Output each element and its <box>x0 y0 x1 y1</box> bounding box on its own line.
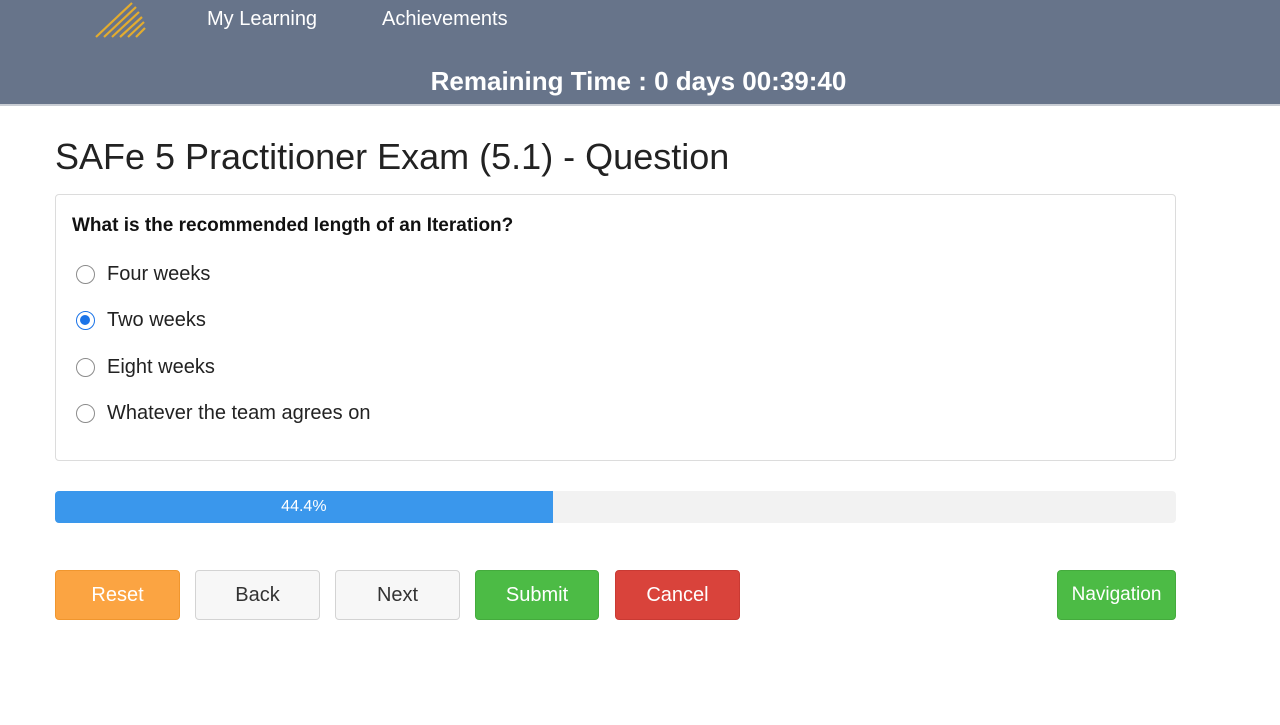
question-card: What is the recommended length of an Ite… <box>55 194 1176 461</box>
option-label: Whatever the team agrees on <box>107 401 371 424</box>
option-label: Eight weeks <box>107 355 215 378</box>
option-eight-weeks[interactable]: Eight weeks <box>76 354 215 380</box>
option-team-agrees[interactable]: Whatever the team agrees on <box>76 400 370 426</box>
navigation-button[interactable]: Navigation <box>1057 570 1176 620</box>
remaining-time: Remaining Time : 0 days 00:39:40 <box>0 66 1280 97</box>
radio-eight-weeks[interactable] <box>76 357 95 377</box>
question-text: What is the recommended length of an Ite… <box>72 215 514 236</box>
progress-fill: 44.4% <box>55 491 553 523</box>
radio-two-weeks[interactable] <box>76 310 95 330</box>
cancel-button[interactable]: Cancel <box>615 570 740 620</box>
back-button[interactable]: Back <box>195 570 320 620</box>
option-label: Four weeks <box>107 262 211 285</box>
top-header-bar: My Learning Achievements Remaining Time … <box>0 0 1280 106</box>
next-button[interactable]: Next <box>335 570 460 620</box>
option-two-weeks[interactable]: Two weeks <box>76 307 206 333</box>
radio-team-agrees[interactable] <box>76 403 95 423</box>
option-label: Two weeks <box>107 308 206 331</box>
submit-button[interactable]: Submit <box>475 570 599 620</box>
nav-my-learning[interactable]: My Learning <box>207 8 317 31</box>
progress-bar: 44.4% <box>55 491 1176 523</box>
page-title: SAFe 5 Practitioner Exam (5.1) - Questio… <box>55 136 730 177</box>
reset-button[interactable]: Reset <box>55 570 180 620</box>
striped-logo-icon[interactable] <box>92 0 148 40</box>
option-four-weeks[interactable]: Four weeks <box>76 261 210 287</box>
nav-achievements[interactable]: Achievements <box>382 8 508 31</box>
radio-four-weeks[interactable] <box>76 264 95 284</box>
progress-label: 44.4% <box>281 498 327 515</box>
remaining-time-label: Remaining Time : 0 days 00:39:40 <box>430 66 847 96</box>
